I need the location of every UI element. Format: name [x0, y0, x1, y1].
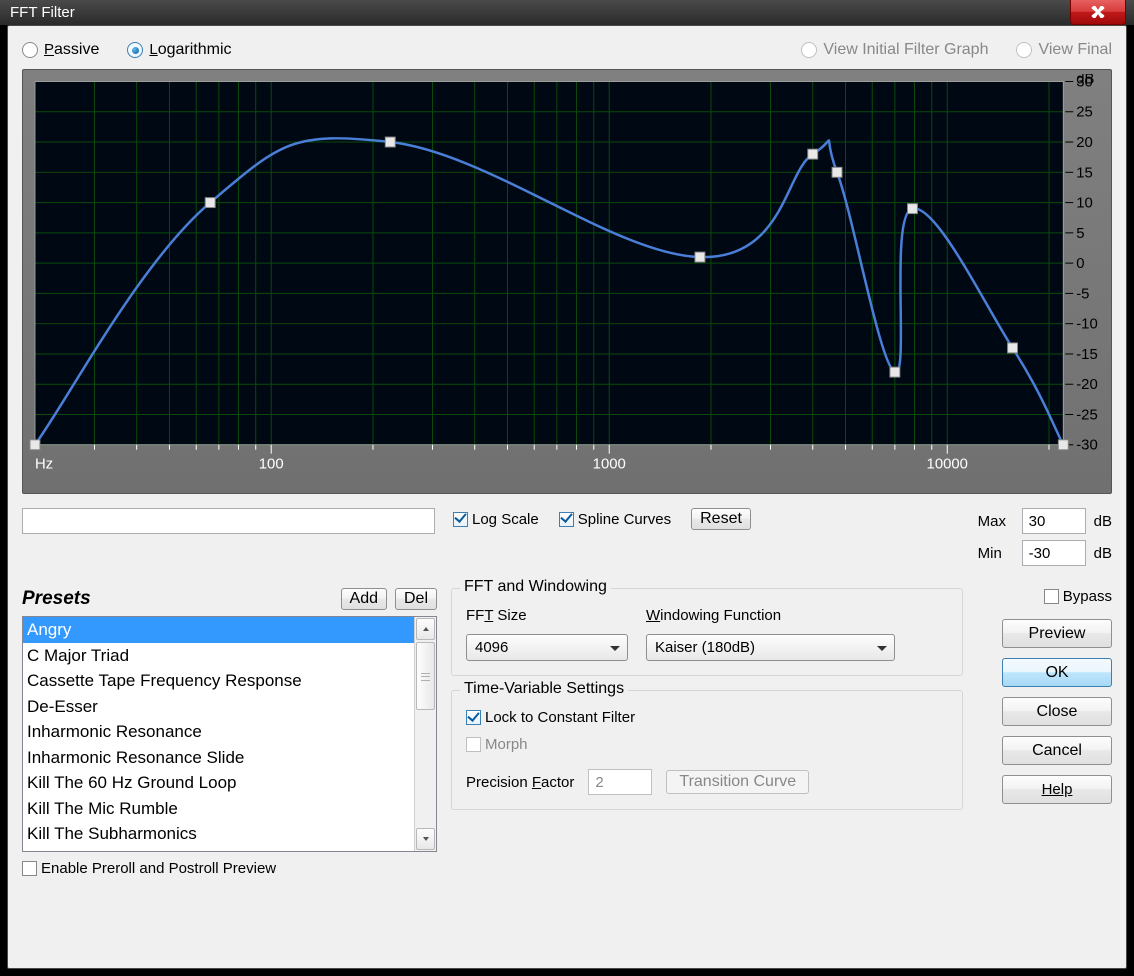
list-item[interactable]: Inharmonic Resonance: [23, 719, 414, 745]
list-item[interactable]: Kill The Subharmonics: [23, 821, 414, 847]
svg-text:1000: 1000: [593, 457, 626, 473]
close-button[interactable]: Close: [1002, 697, 1112, 726]
scrollbar[interactable]: [414, 617, 436, 851]
transition-curve-button: Transition Curve: [666, 770, 809, 794]
windowing-select[interactable]: Kaiser (180dB): [646, 634, 895, 661]
svg-text:-10: -10: [1076, 317, 1098, 333]
ok-button[interactable]: OK: [1002, 658, 1112, 687]
svg-text:25: 25: [1076, 105, 1093, 121]
svg-text:-20: -20: [1076, 377, 1098, 393]
fft-size-label: FFT Size: [466, 607, 527, 624]
svg-text:100: 100: [259, 457, 284, 473]
titlebar: FFT Filter: [0, 0, 1134, 25]
check-log-scale[interactable]: Log Scale: [453, 511, 539, 528]
scroll-down-button[interactable]: [416, 828, 435, 850]
svg-text:-5: -5: [1076, 286, 1089, 302]
radio-logarithmic[interactable]: Logarithmic: [127, 41, 231, 59]
max-input[interactable]: [1022, 508, 1086, 534]
precision-factor-label: Precision Factor: [466, 774, 574, 791]
svg-text:Hz: Hz: [35, 457, 53, 473]
check-lock-constant[interactable]: Lock to Constant Filter: [466, 709, 948, 726]
preview-button[interactable]: Preview: [1002, 619, 1112, 648]
time-variable-group: Time-Variable Settings Lock to Constant …: [451, 690, 963, 810]
svg-text:-30: -30: [1076, 438, 1098, 454]
add-preset-button[interactable]: Add: [341, 588, 387, 610]
svg-text:dB: dB: [1076, 74, 1094, 87]
list-item[interactable]: Kill The 60 Hz Ground Loop: [23, 770, 414, 796]
precision-factor-input: [588, 769, 652, 795]
filter-graph[interactable]: 302520151050-5-10-15-20-25-30dBHz1001000…: [22, 69, 1112, 494]
windowing-label: Windowing Function: [646, 607, 781, 624]
scroll-up-button[interactable]: [416, 618, 435, 640]
help-button[interactable]: Help: [1002, 775, 1112, 804]
svg-text:20: 20: [1076, 135, 1093, 151]
svg-text:15: 15: [1076, 165, 1093, 181]
radio-view-final: View Final: [1016, 41, 1112, 59]
check-preroll[interactable]: Enable Preroll and Postroll Preview: [22, 860, 437, 877]
list-item[interactable]: Angry: [23, 617, 414, 643]
check-bypass[interactable]: Bypass: [983, 588, 1112, 605]
svg-text:-15: -15: [1076, 347, 1098, 363]
fft-size-select[interactable]: 4096: [466, 634, 628, 661]
coordinate-readout[interactable]: [22, 508, 435, 534]
cancel-button[interactable]: Cancel: [1002, 736, 1112, 765]
min-label: Min: [978, 545, 1014, 562]
list-item[interactable]: C Major Triad: [23, 643, 414, 669]
min-input[interactable]: [1022, 540, 1086, 566]
presets-title: Presets: [22, 588, 333, 610]
fft-windowing-group: FFT and Windowing FFT Size 4096 Windowin…: [451, 588, 963, 676]
radio-passive[interactable]: Passive: [22, 41, 99, 59]
svg-text:10: 10: [1076, 196, 1093, 212]
list-item[interactable]: Cassette Tape Frequency Response: [23, 668, 414, 694]
list-item[interactable]: De-Esser: [23, 694, 414, 720]
svg-text:0: 0: [1076, 256, 1084, 272]
list-item[interactable]: Inharmonic Resonance Slide: [23, 745, 414, 771]
window-title: FFT Filter: [10, 4, 75, 21]
svg-text:5: 5: [1076, 226, 1084, 242]
scroll-thumb[interactable]: [416, 642, 435, 710]
check-morph: Morph: [466, 736, 948, 753]
svg-text:-25: -25: [1076, 407, 1098, 423]
svg-text:10000: 10000: [927, 457, 968, 473]
radio-view-initial: View Initial Filter Graph: [801, 41, 988, 59]
list-item[interactable]: Kill The Mic Rumble: [23, 796, 414, 822]
close-window-button[interactable]: [1070, 0, 1126, 25]
presets-list[interactable]: AngryC Major TriadCassette Tape Frequenc…: [22, 616, 437, 852]
dialog-body: Passive Logarithmic View Initial Filter …: [7, 25, 1127, 969]
max-label: Max: [978, 513, 1014, 530]
reset-button[interactable]: Reset: [691, 508, 751, 530]
del-preset-button[interactable]: Del: [395, 588, 437, 610]
check-spline-curves[interactable]: Spline Curves: [559, 511, 671, 528]
